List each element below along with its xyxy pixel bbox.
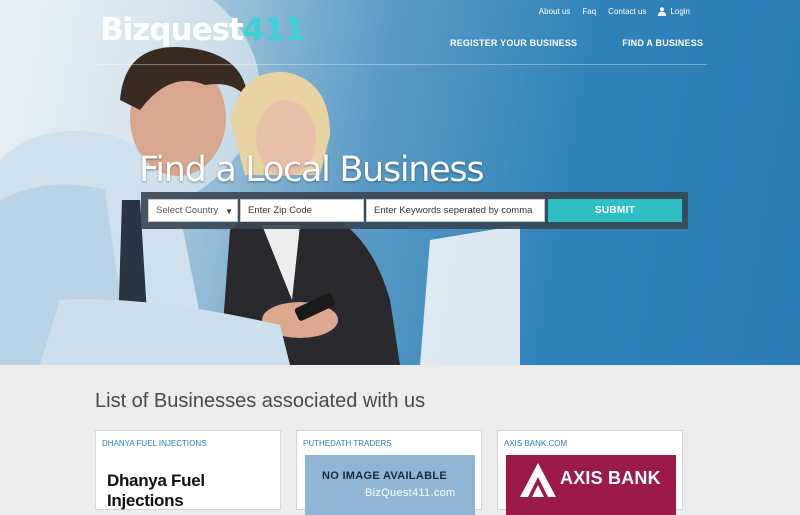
site-logo[interactable]: Bizquest 411 (100, 9, 306, 51)
hero-headline: Find a Local Business (139, 150, 485, 190)
logo-mark: B (100, 12, 124, 48)
country-select-label: Select Country (156, 205, 219, 216)
about-link[interactable]: About us (539, 7, 571, 16)
no-image-placeholder: NO IMAGE AVAILABLE BizQuest411.com (305, 455, 475, 515)
business-card[interactable]: DHANYA FUEL INJECTIONS Dhanya Fuel Injec… (95, 430, 281, 510)
zip-code-input[interactable]: Enter Zip Code (240, 199, 364, 222)
business-name-link[interactable]: DHANYA FUEL INJECTIONS (102, 439, 206, 448)
business-card[interactable]: AXIS BANK.COM AXIS BANK (497, 430, 683, 515)
business-card[interactable]: PUTHEDATH TRADERS NO IMAGE AVAILABLE Biz… (296, 430, 482, 515)
register-business-link[interactable]: REGISTER YOUR BUSINESS (450, 38, 577, 48)
logo-text: izquest (122, 12, 244, 48)
user-icon (658, 7, 667, 16)
axis-mark-icon (520, 463, 556, 497)
top-links: About us Faq Contact us Login (539, 7, 690, 16)
no-image-site: BizQuest411.com (365, 487, 456, 499)
login-link[interactable]: Login (658, 7, 690, 16)
business-name-link[interactable]: PUTHEDATH TRADERS (303, 439, 392, 448)
faq-link[interactable]: Faq (582, 7, 596, 16)
caret-down-icon: ▼ (225, 207, 233, 216)
business-name-link[interactable]: AXIS BANK.COM (504, 439, 567, 448)
country-select[interactable]: Select Country ▼ (148, 199, 238, 222)
find-business-link[interactable]: FIND A BUSINESS (622, 38, 703, 48)
search-bar: Select Country ▼ Enter Zip Code Enter Ke… (141, 192, 688, 229)
axis-bank-logo: AXIS BANK (506, 455, 676, 515)
no-image-text: NO IMAGE AVAILABLE (322, 470, 447, 482)
business-logo-text: Dhanya Fuel Injections (107, 471, 205, 510)
logo-number: 411 (242, 12, 306, 48)
hero-banner: Bizquest 411 About us Faq Contact us Logi… (0, 0, 800, 365)
section-title: List of Businesses associated with us (95, 390, 426, 412)
submit-button[interactable]: SUBMIT (548, 199, 682, 222)
keywords-input[interactable]: Enter Keywords seperated by comma (366, 199, 545, 222)
axis-bank-text: AXIS BANK (560, 468, 661, 488)
nav-divider (95, 64, 707, 65)
login-label: Login (670, 7, 690, 16)
main-nav: REGISTER YOUR BUSINESS FIND A BUSINESS (450, 38, 703, 48)
contact-link[interactable]: Contact us (608, 7, 646, 16)
